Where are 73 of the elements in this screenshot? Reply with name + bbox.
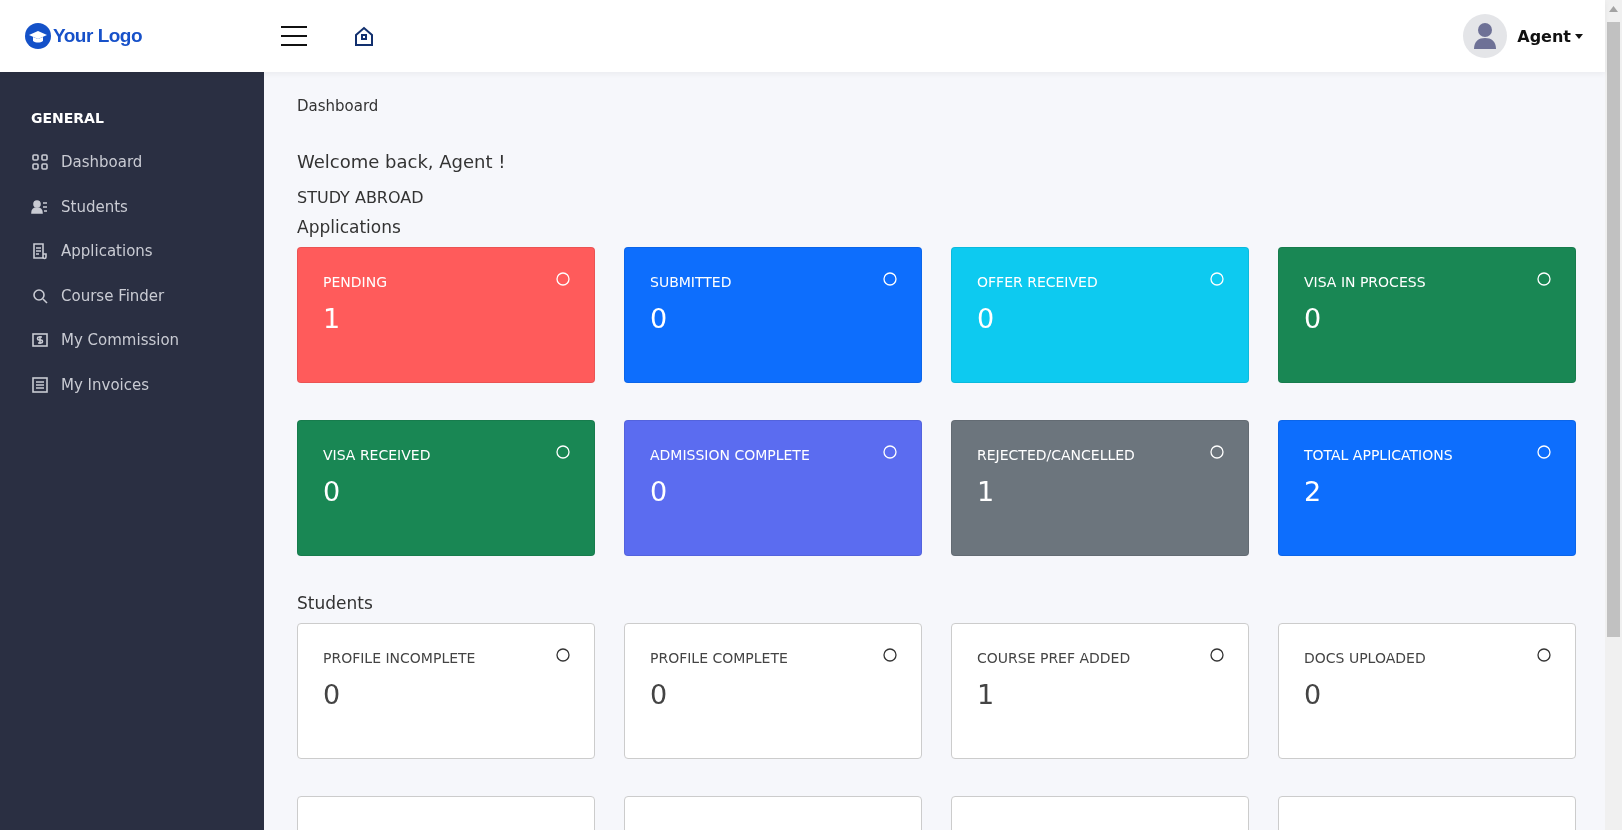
- user-menu-button[interactable]: Agent: [1517, 26, 1583, 46]
- circle-icon: [1537, 272, 1551, 286]
- money-icon: [31, 331, 49, 350]
- card-label: VISA IN PROCESS: [1304, 274, 1426, 290]
- stat-card[interactable]: SUBMITTED 0: [624, 247, 922, 383]
- stat-card[interactable]: ADMISSION COMPLETE 0: [624, 420, 922, 556]
- circle-icon: [883, 648, 897, 662]
- card-label: SUBMITTED: [650, 274, 732, 290]
- sidebar-heading: GENERAL: [30, 110, 105, 126]
- circle-icon: [556, 445, 570, 459]
- stat-card[interactable]: PROFILE INCOMPLETE 0: [297, 623, 595, 759]
- grid-icon: [31, 153, 49, 172]
- sidebar-item[interactable]: Applications: [0, 229, 264, 274]
- card-count: 1: [323, 303, 341, 334]
- card-label: REJECTED/CANCELLED: [977, 447, 1135, 463]
- invoice-icon: [31, 375, 49, 394]
- stat-card[interactable]: TOTAL APPLICATIONS 2: [1278, 420, 1576, 556]
- scroll-up-arrow-icon[interactable]: [1609, 6, 1618, 12]
- students-icon: [31, 197, 49, 216]
- sidebar-item[interactable]: My Commission: [0, 318, 264, 363]
- card-count: 0: [977, 303, 995, 334]
- search-icon: [31, 286, 49, 305]
- circle-icon: [883, 272, 897, 286]
- stat-card[interactable]: COURSE PREF ADDED 1: [951, 623, 1249, 759]
- sidebar-item[interactable]: Dashboard: [0, 140, 264, 185]
- card-label: VISA RECEIVED: [323, 447, 431, 463]
- sidebar-item[interactable]: Course Finder: [0, 273, 264, 318]
- card-label: PENDING: [323, 274, 387, 290]
- document-icon: [31, 242, 49, 261]
- menu-icon[interactable]: [280, 24, 308, 48]
- circle-icon: [883, 445, 897, 459]
- card-count: 0: [323, 679, 341, 710]
- circle-icon: [1537, 648, 1551, 662]
- card-count: 0: [650, 303, 668, 334]
- breadcrumb[interactable]: Dashboard: [297, 97, 379, 115]
- circle-icon: [1210, 648, 1224, 662]
- circle-icon: [1210, 272, 1224, 286]
- card-label: DOCS UPLOADED: [1304, 650, 1426, 666]
- circle-icon: [1210, 445, 1224, 459]
- card-count: 2: [1304, 476, 1322, 507]
- circle-icon: [556, 272, 570, 286]
- card-label: OFFER RECEIVED: [977, 274, 1098, 290]
- card-count: 1: [977, 679, 995, 710]
- home-icon[interactable]: [353, 25, 375, 47]
- circle-icon: [556, 648, 570, 662]
- card-label: PROFILE INCOMPLETE: [323, 650, 476, 666]
- stat-card[interactable]: REJECTED/CANCELLED 1: [951, 420, 1249, 556]
- welcome-text: Welcome back, Agent !: [297, 151, 507, 172]
- card-count: 0: [1304, 679, 1322, 710]
- graduation-cap-logo-icon: [25, 23, 51, 49]
- stat-card[interactable]: PROFILE COMPLETE 0: [624, 623, 922, 759]
- stat-card[interactable]: DOCS UPLOADED 0: [1278, 623, 1576, 759]
- stat-card[interactable]: VISA IN PROCESS 0: [1278, 247, 1576, 383]
- card-count: 0: [650, 679, 668, 710]
- card-label: PROFILE COMPLETE: [650, 650, 788, 666]
- caret-icon: [1575, 33, 1583, 39]
- card-label: TOTAL APPLICATIONS: [1304, 447, 1453, 463]
- circle-icon: [1537, 445, 1551, 459]
- stat-card[interactable]: VISA RECEIVED 0: [297, 420, 595, 556]
- card-count: 0: [323, 476, 341, 507]
- sidebar-item[interactable]: Students: [0, 184, 264, 229]
- sidebar-item[interactable]: My Invoices: [0, 362, 264, 407]
- card-count: 1: [977, 476, 995, 507]
- section-title: Applications: [297, 217, 402, 237]
- card-count: 0: [650, 476, 668, 507]
- card-label: ADMISSION COMPLETE: [650, 447, 810, 463]
- logo-text[interactable]: Your Logo: [53, 25, 143, 47]
- card-count: 0: [1304, 303, 1322, 334]
- card-label: COURSE PREF ADDED: [977, 650, 1131, 666]
- scrollbar[interactable]: [1605, 0, 1622, 830]
- section-title: Students: [297, 593, 374, 613]
- section-label: STUDY ABROAD: [297, 188, 425, 207]
- avatar-icon[interactable]: [1463, 14, 1508, 58]
